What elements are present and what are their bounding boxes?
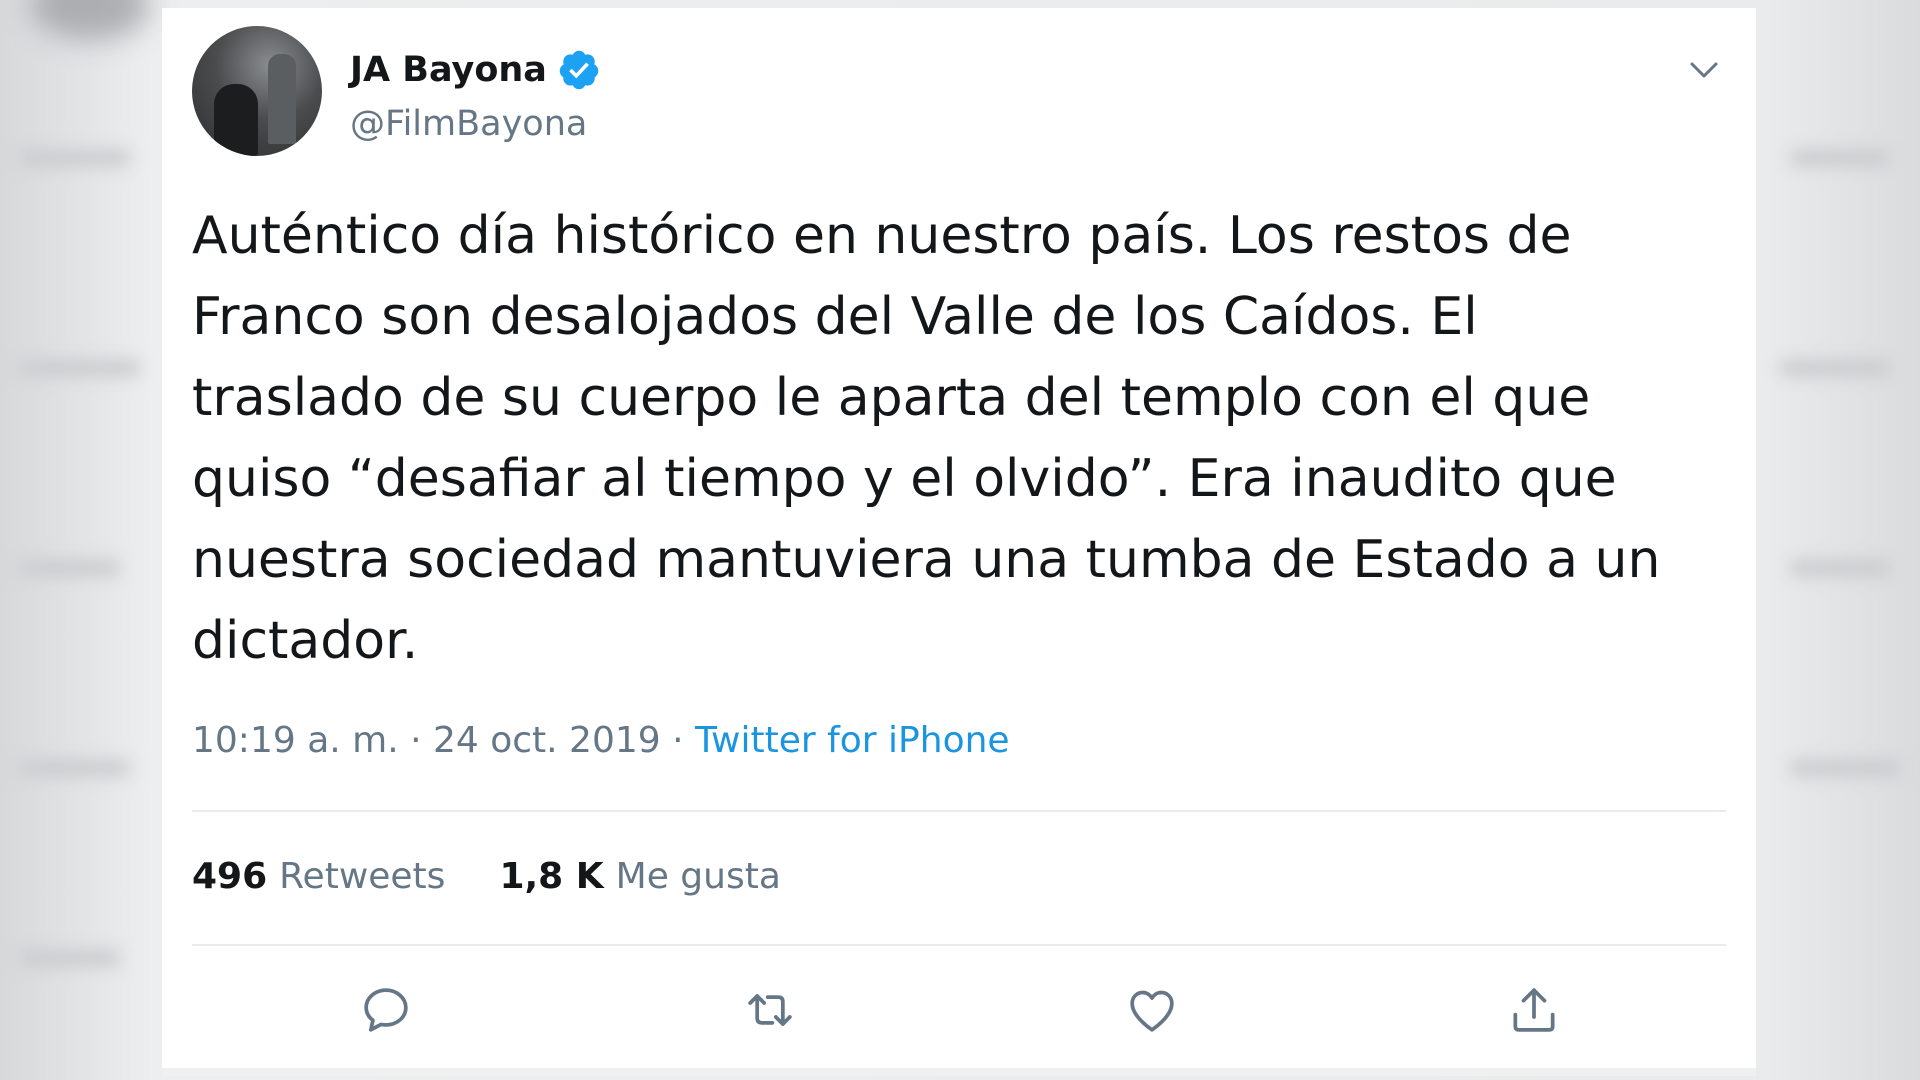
likes-count: 1,8 K xyxy=(499,856,604,897)
tweet-source-link[interactable]: Twitter for iPhone xyxy=(695,720,1010,761)
retweets-stat[interactable]: 496 Retweets xyxy=(192,856,445,897)
retweets-label: Retweets xyxy=(279,856,446,897)
divider xyxy=(192,810,1726,812)
reply-icon[interactable] xyxy=(358,982,414,1038)
retweets-count: 496 xyxy=(192,856,268,897)
tweet-timestamp[interactable]: 10:19 a. m. · 24 oct. 2019 · xyxy=(192,720,695,761)
display-name-text[interactable]: JA Bayona xyxy=(350,50,547,90)
user-handle[interactable]: @FilmBayona xyxy=(350,104,587,144)
card-bottom-border xyxy=(162,1068,1756,1076)
divider xyxy=(192,944,1726,946)
tweet-stats: 496 Retweets 1,8 K Me gusta xyxy=(192,856,781,897)
retweet-icon[interactable] xyxy=(742,982,798,1038)
like-icon[interactable] xyxy=(1124,982,1180,1038)
likes-label: Me gusta xyxy=(615,856,781,897)
chevron-down-icon[interactable] xyxy=(1686,52,1722,88)
likes-stat[interactable]: 1,8 K Me gusta xyxy=(499,856,780,897)
display-name[interactable]: JA Bayona xyxy=(350,48,601,92)
tweet-meta: 10:19 a. m. · 24 oct. 2019 · Twitter for… xyxy=(192,720,1010,761)
avatar[interactable] xyxy=(192,26,322,156)
verified-badge-icon xyxy=(559,50,599,90)
tweet-card: JA Bayona @FilmBayona Auténtico día hist… xyxy=(162,8,1756,1076)
tweet-actions xyxy=(162,982,1756,1042)
tweet-text: Auténtico día histórico en nuestro país.… xyxy=(192,206,1661,671)
share-icon[interactable] xyxy=(1506,982,1562,1038)
